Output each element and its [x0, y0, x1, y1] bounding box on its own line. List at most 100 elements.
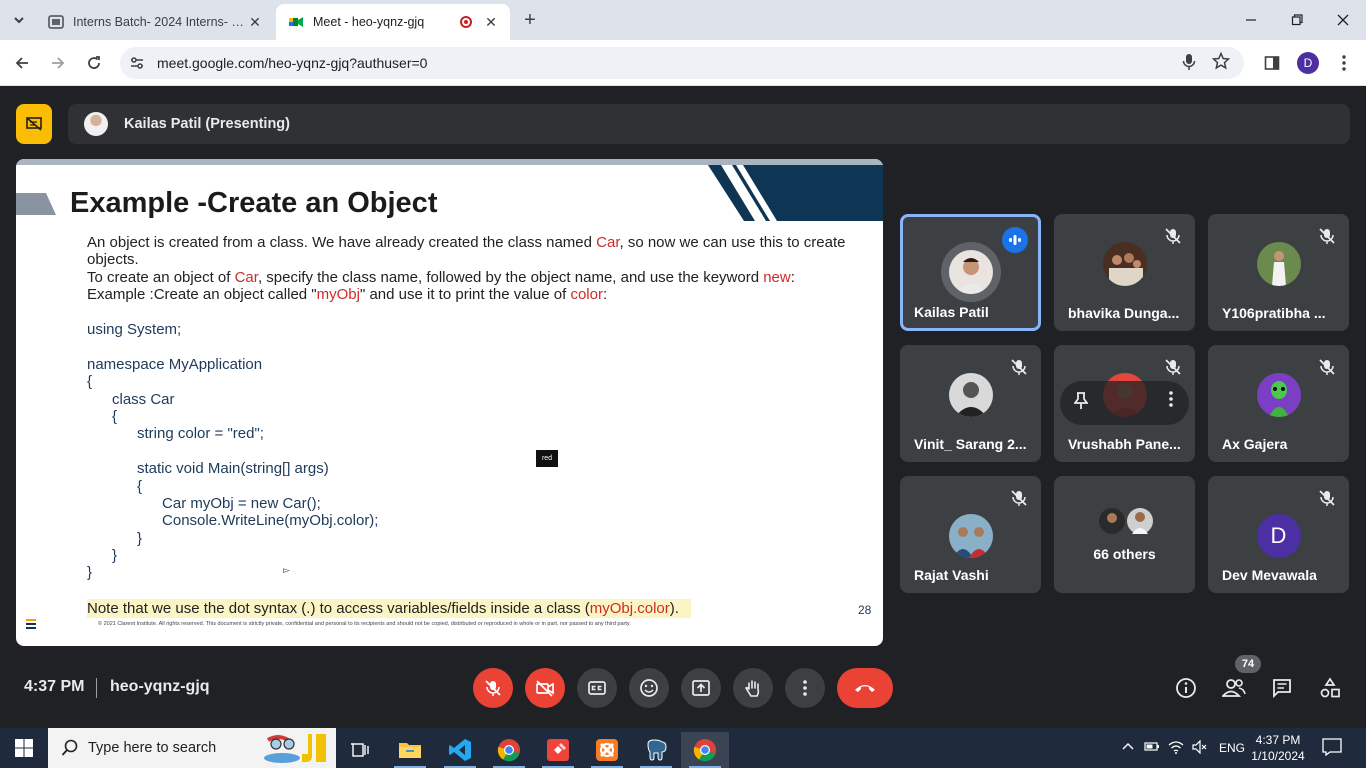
- slide-text: An object is created from a class. We ha…: [87, 234, 597, 251]
- pin-icon[interactable]: [1073, 392, 1089, 415]
- close-tab-icon[interactable]: ✕: [482, 14, 500, 31]
- more-options-button[interactable]: [785, 668, 825, 708]
- speaking-indicator-icon: [1002, 227, 1028, 253]
- participant-tile[interactable]: Ax Gajera: [1208, 345, 1349, 462]
- close-window-button[interactable]: [1320, 0, 1366, 40]
- people-button[interactable]: [1220, 674, 1248, 702]
- slide-keyword: myObj: [316, 286, 360, 304]
- volume-muted-icon[interactable]: [1192, 739, 1208, 757]
- mic-toggle-button[interactable]: [473, 668, 513, 708]
- restore-button[interactable]: [1274, 0, 1320, 40]
- back-button[interactable]: [8, 49, 36, 77]
- minimize-button[interactable]: [1228, 0, 1274, 40]
- participant-tile[interactable]: Kailas Patil: [900, 214, 1041, 331]
- profile-avatar[interactable]: D: [1297, 52, 1319, 74]
- stop-presenting-toggle[interactable]: [16, 104, 52, 144]
- participant-tile[interactable]: bhavika Dunga...: [1054, 214, 1195, 331]
- code-line: }: [87, 547, 118, 565]
- microphone-icon[interactable]: [1182, 53, 1196, 71]
- chevron-down-icon: [14, 17, 24, 24]
- camera-toggle-button[interactable]: [525, 668, 565, 708]
- close-tab-icon[interactable]: ✕: [246, 14, 264, 31]
- raise-hand-button[interactable]: [733, 668, 773, 708]
- slide-copyright: © 2021 Clarent Institute. All rights res…: [98, 621, 631, 627]
- leave-call-button[interactable]: [837, 668, 893, 708]
- search-icon: [61, 739, 78, 756]
- side-panel-button[interactable]: [1260, 51, 1284, 75]
- back-arrow-icon: [15, 57, 28, 69]
- reload-icon: [88, 56, 100, 69]
- task-view-icon: [351, 743, 369, 757]
- captions-button[interactable]: [577, 668, 617, 708]
- activities-icon: [1320, 677, 1340, 698]
- site-settings-icon[interactable]: [129, 55, 145, 71]
- participant-name: Kailas Patil: [914, 304, 989, 320]
- battery-icon[interactable]: [1144, 740, 1160, 755]
- slide-text: To create an object of: [87, 268, 235, 286]
- xampp-taskbar-icon[interactable]: [583, 732, 631, 768]
- taskbar-search-box[interactable]: Type here to search: [48, 728, 336, 768]
- vscode-taskbar-icon[interactable]: [436, 732, 484, 768]
- others-count: 66 others: [1093, 546, 1156, 562]
- bookmark-star-icon[interactable]: [1212, 52, 1230, 70]
- mic-off-icon: [1319, 490, 1335, 506]
- participant-name: Vinit_ Sarang 2...: [914, 436, 1027, 452]
- slides-favicon-icon: [48, 15, 64, 29]
- reload-button[interactable]: [80, 49, 108, 77]
- participant-tile[interactable]: D Dev Mevawala: [1208, 476, 1349, 593]
- code-line: Console.WriteLine(myObj.color);: [87, 512, 379, 530]
- activities-button[interactable]: [1316, 674, 1344, 702]
- new-tab-button[interactable]: +: [518, 8, 542, 32]
- reactions-button[interactable]: [629, 668, 669, 708]
- meeting-details-button[interactable]: [1172, 674, 1200, 702]
- browser-tab-meet[interactable]: Meet - heo-yqnz-gjq ✕: [276, 4, 510, 40]
- present-screen-icon: [692, 680, 710, 696]
- presentation-icon: [26, 117, 42, 131]
- anydesk-taskbar-icon[interactable]: [534, 732, 582, 768]
- address-bar[interactable]: meet.google.com/heo-yqnz-gjq?authuser=0: [120, 47, 1244, 79]
- chrome-active-taskbar-icon[interactable]: [681, 732, 729, 768]
- chat-button[interactable]: [1268, 674, 1296, 702]
- wifi-icon[interactable]: [1168, 740, 1184, 757]
- file-explorer-taskbar-icon[interactable]: [386, 732, 434, 768]
- participant-tile[interactable]: Y106pratibha ...: [1208, 214, 1349, 331]
- more-options-icon[interactable]: [1169, 390, 1173, 413]
- participant-tile[interactable]: Rajat Vashi: [900, 476, 1041, 593]
- note-text: Note that we use the dot syntax (: [87, 600, 307, 617]
- participant-tile[interactable]: Vinit_ Sarang 2...: [900, 345, 1041, 462]
- restore-icon: [1291, 14, 1303, 26]
- avatar: [948, 514, 993, 558]
- tray-chevron-up-icon[interactable]: [1122, 740, 1134, 754]
- camera-off-icon: [536, 680, 554, 697]
- taskbar-clock[interactable]: 4:37 PM 1/10/2024: [1242, 732, 1314, 764]
- tab-title: Meet - heo-yqnz-gjq: [313, 15, 425, 29]
- notification-center-button[interactable]: [1322, 738, 1344, 758]
- tile-hover-controls: [1060, 381, 1189, 425]
- browser-toolbar: meet.google.com/heo-yqnz-gjq?authuser=0 …: [0, 40, 1366, 86]
- presenter-bar[interactable]: Kailas Patil (Presenting): [68, 104, 1350, 144]
- meet-window: Kailas Patil (Presenting) Example -Creat…: [0, 87, 1366, 728]
- chrome-menu-button[interactable]: [1332, 51, 1356, 75]
- slide-keyword: Car: [596, 234, 620, 251]
- tab-search-button[interactable]: [6, 7, 32, 33]
- participant-name: Dev Mevawala: [1222, 567, 1317, 583]
- forward-button[interactable]: [44, 49, 72, 77]
- participant-tile[interactable]: Vrushabh Pane...: [1054, 345, 1195, 462]
- start-button[interactable]: [0, 728, 48, 768]
- phone-hangup-icon: [855, 685, 875, 692]
- code-line: {: [87, 373, 93, 391]
- browser-tab-interns[interactable]: Interns Batch- 2024 Interns- 20... ✕: [36, 4, 274, 40]
- chrome-taskbar-icon[interactable]: [485, 732, 533, 768]
- chat-icon: [1273, 679, 1291, 699]
- meeting-time: 4:37 PM: [24, 678, 85, 695]
- slide-keyword: new: [763, 268, 791, 286]
- others-tile[interactable]: 66 others: [1054, 476, 1195, 593]
- postgres-taskbar-icon[interactable]: [632, 732, 680, 768]
- search-placeholder: Type here to search: [88, 740, 217, 756]
- side-panel-icon: [1264, 56, 1280, 70]
- present-screen-button[interactable]: [681, 668, 721, 708]
- meet-favicon-icon: [289, 17, 303, 27]
- code-line: static void Main(string[] args): [87, 460, 329, 478]
- slide-text: , specify the class name, followed by th…: [257, 268, 764, 286]
- task-view-button[interactable]: [336, 732, 384, 768]
